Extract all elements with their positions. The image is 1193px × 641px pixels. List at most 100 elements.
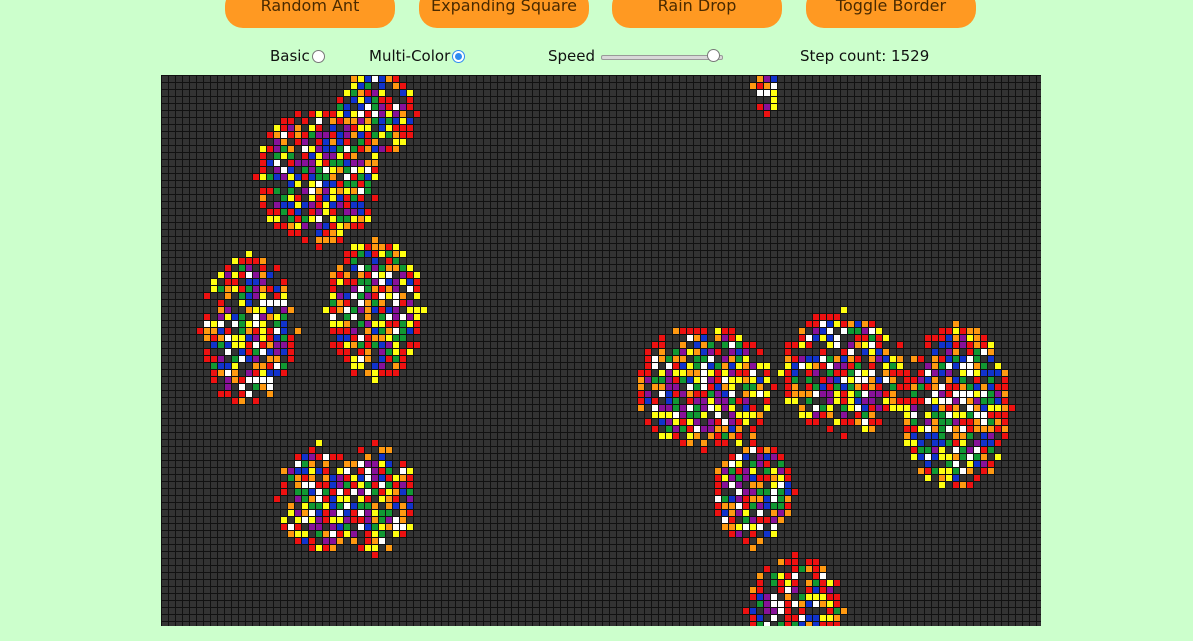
grid-cell	[791, 341, 798, 348]
grid-cell	[728, 390, 735, 397]
grid-cell	[945, 383, 952, 390]
basic-mode-radio[interactable]	[311, 49, 325, 63]
grid-cell	[378, 453, 385, 460]
grid-cell	[378, 348, 385, 355]
grid-cell	[364, 537, 371, 544]
grid-cell	[861, 320, 868, 327]
grid-cell	[280, 306, 287, 313]
grid-cell	[924, 397, 931, 404]
grid-cell	[763, 82, 770, 89]
grid-cell	[763, 362, 770, 369]
grid-cell	[378, 313, 385, 320]
grid-cell	[294, 194, 301, 201]
grid-cell	[693, 341, 700, 348]
grid-cell	[224, 292, 231, 299]
grid-cell	[315, 110, 322, 117]
grid-cell	[217, 334, 224, 341]
grid-cell	[399, 481, 406, 488]
grid-cell	[987, 446, 994, 453]
grid-cell	[287, 530, 294, 537]
grid-cell	[749, 411, 756, 418]
grid-cell	[651, 341, 658, 348]
grid-cell	[364, 243, 371, 250]
ant-grid-board[interactable]	[161, 75, 1041, 626]
grid-cell	[336, 327, 343, 334]
grid-cell	[672, 369, 679, 376]
grid-cell	[756, 446, 763, 453]
grid-cell	[910, 383, 917, 390]
grid-cell	[812, 593, 819, 600]
grid-cell	[329, 117, 336, 124]
grid-cell	[336, 278, 343, 285]
grid-cell	[371, 362, 378, 369]
grid-cell	[672, 411, 679, 418]
speed-slider[interactable]	[601, 48, 724, 64]
grid-cell	[896, 397, 903, 404]
grid-cell	[322, 516, 329, 523]
toggle-border-button[interactable]: Toggle Border	[806, 0, 976, 28]
grid-cell	[343, 348, 350, 355]
grid-cell	[784, 369, 791, 376]
multicolor-mode-radio[interactable]	[452, 49, 466, 63]
grid-cell	[854, 362, 861, 369]
rain-drop-button[interactable]: Rain Drop	[612, 0, 782, 28]
grid-cell	[378, 89, 385, 96]
grid-cell	[721, 523, 728, 530]
grid-cell	[399, 82, 406, 89]
grid-cell	[280, 152, 287, 159]
grid-cell	[896, 404, 903, 411]
grid-cell	[336, 530, 343, 537]
random-ant-button[interactable]: Random Ant	[225, 0, 395, 28]
basic-mode-option[interactable]: Basic	[270, 47, 325, 65]
grid-cell	[721, 341, 728, 348]
grid-cell	[826, 383, 833, 390]
grid-cell	[658, 383, 665, 390]
grid-cell	[728, 530, 735, 537]
grid-cell	[322, 180, 329, 187]
grid-cell	[777, 467, 784, 474]
grid-cell	[833, 614, 840, 621]
grid-cell	[966, 425, 973, 432]
grid-cell	[658, 404, 665, 411]
grid-cell	[735, 502, 742, 509]
grid-cell	[287, 145, 294, 152]
grid-cell	[266, 313, 273, 320]
grid-cell	[378, 103, 385, 110]
grid-cell	[315, 166, 322, 173]
ant-grid-canvas[interactable]	[161, 75, 1041, 626]
grid-cell	[266, 362, 273, 369]
grid-cell	[805, 565, 812, 572]
speed-slider-thumb[interactable]	[707, 49, 721, 62]
grid-cell	[364, 306, 371, 313]
grid-cell	[203, 348, 210, 355]
grid-cell	[791, 579, 798, 586]
grid-cell	[868, 390, 875, 397]
expanding-square-button[interactable]: Expanding Square	[419, 0, 589, 28]
grid-cell	[329, 474, 336, 481]
multicolor-mode-option[interactable]: Multi-Color	[369, 47, 466, 65]
grid-cell	[875, 390, 882, 397]
grid-cell	[364, 313, 371, 320]
grid-cell	[329, 299, 336, 306]
grid-cell	[777, 579, 784, 586]
grid-cell	[910, 453, 917, 460]
grid-cell	[952, 411, 959, 418]
grid-cell	[854, 327, 861, 334]
grid-cell	[252, 341, 259, 348]
grid-cell	[350, 264, 357, 271]
grid-cell	[833, 320, 840, 327]
grid-cell	[798, 411, 805, 418]
grid-cell	[700, 376, 707, 383]
grid-cell	[357, 187, 364, 194]
grid-cell	[406, 481, 413, 488]
grid-cell	[714, 425, 721, 432]
grid-cell	[840, 320, 847, 327]
grid-cell	[280, 208, 287, 215]
grid-cell	[728, 376, 735, 383]
grid-cell	[763, 495, 770, 502]
grid-cell	[770, 614, 777, 621]
grid-cell	[308, 208, 315, 215]
grid-cell	[651, 425, 658, 432]
grid-cell	[224, 264, 231, 271]
grid-cell	[973, 390, 980, 397]
